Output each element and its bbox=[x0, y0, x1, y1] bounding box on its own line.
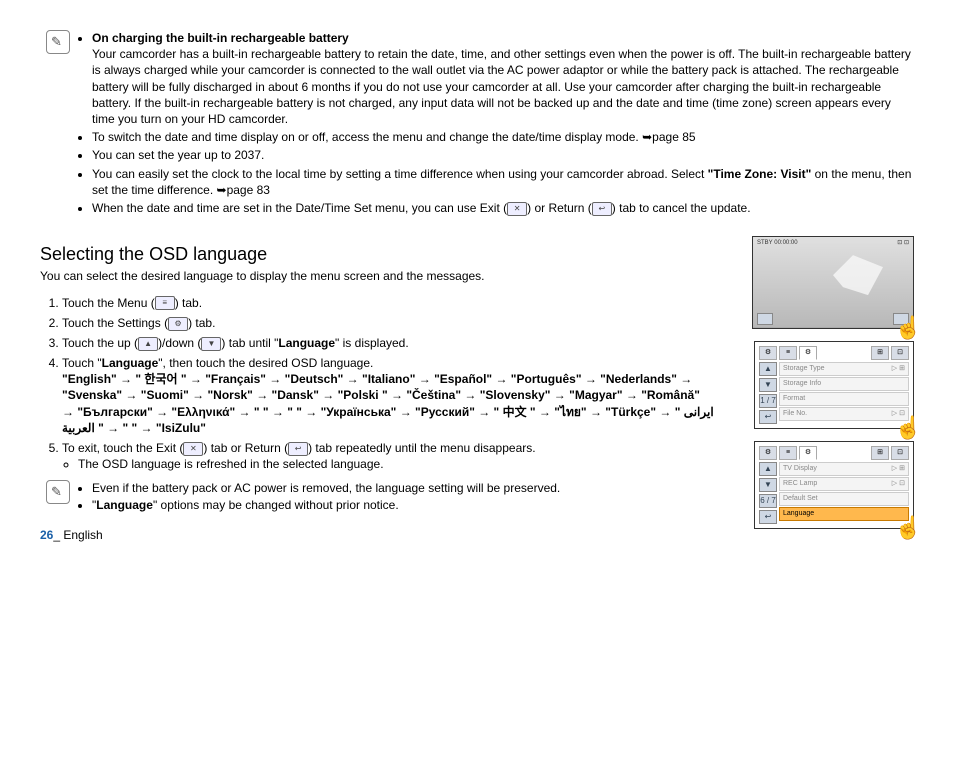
exit-icon: ✕ bbox=[183, 442, 203, 456]
return-icon: ↩ bbox=[592, 202, 612, 216]
screenshot-preview-1: STBY 00:00:00⊡ ⊡ bbox=[752, 236, 914, 329]
page-footer: 26_ English bbox=[40, 527, 714, 543]
settings-icon: ⚙ bbox=[168, 317, 188, 331]
page-number: 26 bbox=[40, 528, 53, 542]
note-list-top: On charging the built-in rechargeable ba… bbox=[76, 30, 914, 218]
language-list: "English" → " 한국어 " → "Français" → "Deut… bbox=[62, 372, 714, 435]
screenshot-preview-3: ⚙≡⚙⊞⊡ ▲ ▼ 6 / 7 ↩ TV Display▷ ⊞ REC Lamp… bbox=[754, 441, 914, 529]
note-icon bbox=[46, 30, 70, 54]
note1-heading: On charging the built-in rechargeable ba… bbox=[92, 31, 349, 45]
arrow-icon: ➥ bbox=[217, 183, 227, 197]
up-icon: ▲ bbox=[138, 337, 158, 351]
note1-body: Your camcorder has a built-in rechargeab… bbox=[92, 47, 911, 126]
note-list-bottom: Even if the battery pack or AC power is … bbox=[76, 480, 560, 512]
steps-list: Touch the Menu (≡) tab. Touch the Settin… bbox=[40, 295, 714, 473]
screenshot-preview-2: ⚙≡⚙⊞⊡ ▲ ▼ 1 / 7 ↩ Storage Type▷ ⊞ Storag… bbox=[754, 341, 914, 429]
exit-icon: ✕ bbox=[507, 202, 527, 216]
menu-icon: ≡ bbox=[155, 296, 175, 310]
return-icon: ↩ bbox=[288, 442, 308, 456]
section-heading: Selecting the OSD language bbox=[40, 242, 714, 266]
arrow-icon: ➥ bbox=[642, 130, 652, 144]
note-icon bbox=[46, 480, 70, 504]
section-intro: You can select the desired language to d… bbox=[40, 268, 714, 284]
down-icon: ▼ bbox=[201, 337, 221, 351]
